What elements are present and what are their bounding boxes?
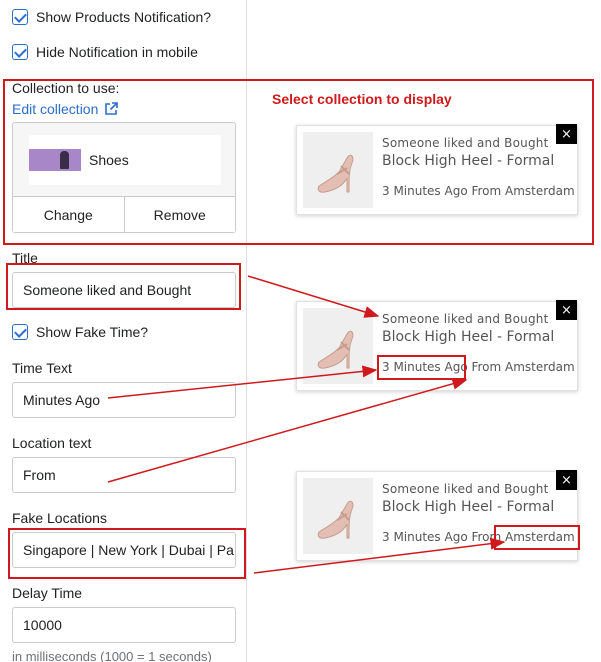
delay-time-input[interactable]: 10000 <box>12 607 236 643</box>
notification-product: Block High Heel - Formal <box>382 153 555 169</box>
time-text-label: Time Text <box>12 360 72 376</box>
select-collection-callout: Select collection to display <box>272 91 452 107</box>
location-highlight-box <box>494 525 580 550</box>
notification-title: Someone liked and Bought <box>382 136 549 150</box>
high-heel-icon <box>317 500 354 539</box>
time-text-input[interactable]: Minutes Ago <box>12 382 236 418</box>
close-icon[interactable]: × <box>556 124 577 144</box>
notification-meta: 3 Minutes Ago From Amsterdam <box>382 184 575 198</box>
close-icon[interactable]: × <box>556 470 577 490</box>
product-image <box>303 132 373 208</box>
delay-time-label: Delay Time <box>12 585 83 601</box>
notification-product: Block High Heel - Formal <box>382 329 555 345</box>
close-icon[interactable]: × <box>556 300 577 320</box>
time-highlight-box <box>377 355 466 380</box>
notification-preview-1: Someone liked and Bought Block High Heel… <box>296 124 578 215</box>
fake-locations-label: Fake Locations <box>12 510 107 526</box>
location-text-label: Location text <box>12 435 92 451</box>
checkbox-checked-icon[interactable] <box>12 9 28 25</box>
notification-title: Someone liked and Bought <box>382 482 549 496</box>
show-products-notification-row[interactable]: Show Products Notification? <box>12 9 211 25</box>
hide-notification-mobile-row[interactable]: Hide Notification in mobile <box>12 44 198 60</box>
show-fake-time-row[interactable]: Show Fake Time? <box>12 324 148 340</box>
notification-product: Block High Heel - Formal <box>382 499 555 515</box>
checkbox-checked-icon[interactable] <box>12 44 28 60</box>
high-heel-icon <box>317 154 354 193</box>
locations-highlight-box <box>8 528 246 579</box>
high-heel-icon <box>317 330 354 369</box>
product-image <box>303 478 373 554</box>
product-image <box>303 308 373 384</box>
notification-title: Someone liked and Bought <box>382 312 549 326</box>
title-highlight-box <box>6 263 241 310</box>
show-fake-time-label: Show Fake Time? <box>36 324 149 340</box>
show-products-notification-label: Show Products Notification? <box>36 9 212 25</box>
hide-notification-mobile-label: Hide Notification in mobile <box>36 44 198 60</box>
delay-helper-text: in milliseconds (1000 = 1 seconds) <box>12 649 212 662</box>
location-text-input[interactable]: From <box>12 457 236 493</box>
checkbox-checked-icon[interactable] <box>12 324 28 340</box>
